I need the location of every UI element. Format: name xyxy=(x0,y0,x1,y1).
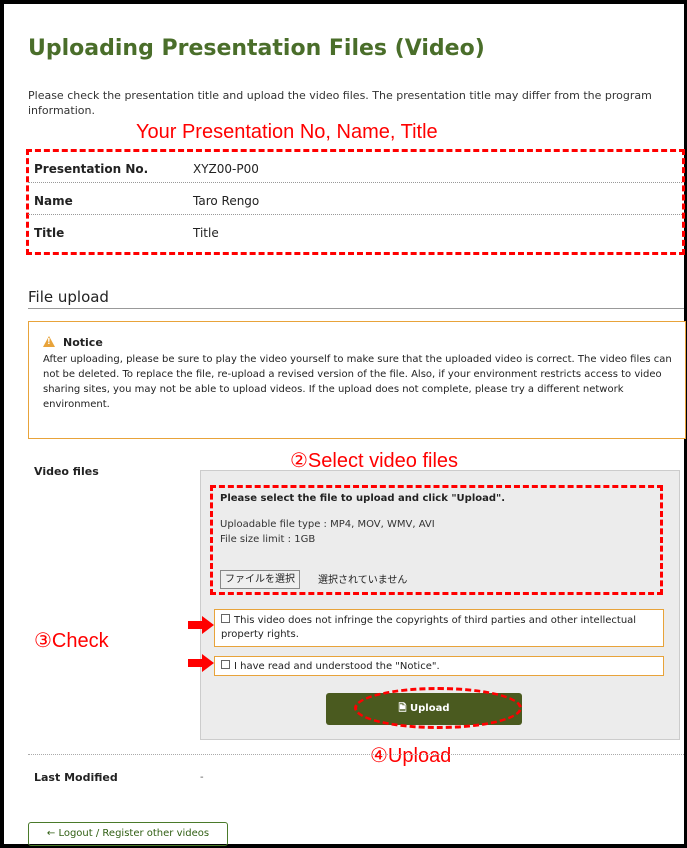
last-modified-value: - xyxy=(200,772,204,783)
file-types: Uploadable file type : MP4, MOV, WMV, AV… xyxy=(220,519,435,530)
intro-text: Please check the presentation title and … xyxy=(28,89,652,117)
file-upload-heading: File upload xyxy=(28,288,109,306)
notice-checkbox[interactable] xyxy=(221,660,230,669)
choose-file-button[interactable]: ファイルを選択 xyxy=(220,570,300,589)
page-title: Uploading Presentation Files (Video) xyxy=(28,36,485,61)
video-files-label: Video files xyxy=(34,465,99,478)
notice-checkbox-row[interactable]: I have read and understood the "Notice". xyxy=(214,656,664,676)
page: Uploading Presentation Files (Video) Ple… xyxy=(4,4,686,846)
annotation-info-box: Your Presentation No, Name, Title xyxy=(136,121,438,143)
upload-highlight-oval xyxy=(354,687,522,729)
logout-register-button[interactable]: ← Logout / Register other videos xyxy=(28,822,228,846)
notice-checkbox-label: I have read and understood the "Notice". xyxy=(234,661,440,672)
notice-title: Notice xyxy=(63,336,103,349)
info-value: Title xyxy=(193,226,219,240)
info-label: Name xyxy=(34,194,73,208)
notice-text: After uploading, please be sure to play … xyxy=(43,354,672,410)
section-divider xyxy=(28,308,684,309)
annotation-upload: ④Upload xyxy=(370,745,452,767)
info-label: Presentation No. xyxy=(34,162,149,176)
size-limit: File size limit : 1GB xyxy=(220,534,316,545)
arrow-right-icon xyxy=(188,654,214,672)
info-row-name: Name Taro Rengo xyxy=(28,188,682,215)
copyright-checkbox-row[interactable]: This video does not infringe the copyrig… xyxy=(214,609,664,647)
upload-instruction: Please select the file to upload and cli… xyxy=(220,493,506,504)
warning-icon: ! xyxy=(43,336,55,347)
last-modified-label: Last Modified xyxy=(34,771,118,784)
info-value: XYZ00-P00 xyxy=(193,162,259,176)
info-value: Taro Rengo xyxy=(193,194,260,208)
no-file-selected: 選択されていません xyxy=(318,575,408,586)
arrow-right-icon xyxy=(188,616,214,634)
notice-heading: ! Notice xyxy=(43,336,103,349)
info-label: Title xyxy=(34,226,65,240)
info-row-presentation-no: Presentation No. XYZ00-P00 xyxy=(28,156,682,183)
divider xyxy=(28,754,684,755)
info-row-title: Title Title xyxy=(28,220,682,246)
copyright-checkbox-label: This video does not infringe the copyrig… xyxy=(221,615,637,640)
annotation-check: ③Check xyxy=(34,630,109,652)
notice-box: ! Notice After uploading, please be sure … xyxy=(28,321,686,439)
copyright-checkbox[interactable] xyxy=(221,614,230,623)
